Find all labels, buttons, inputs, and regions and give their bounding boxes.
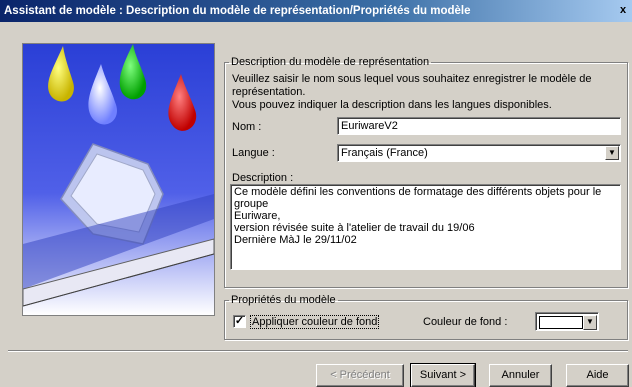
couleur-picker[interactable]: ▼ [535,312,599,331]
previous-button[interactable]: < Précédent [316,364,404,387]
apply-background-label[interactable]: Appliquer couleur de fond [250,315,380,329]
group-proprietes-legend: Propriétés du modèle [231,294,336,306]
next-button-label: Suivant > [419,369,467,381]
intro-line: Veuillez saisir le nom sous lequel vous … [232,73,592,85]
title-bar: Assistant de modèle : Description du mod… [0,0,632,22]
description-textarea[interactable]: Ce modèle défini les conventions de form… [230,184,621,270]
chevron-down-icon[interactable]: ▼ [605,146,619,160]
description-line: version révisée suite à l'atelier de tra… [234,222,475,234]
close-icon[interactable]: x [616,3,630,17]
apply-background-checkbox[interactable]: ✓ [233,315,246,328]
wizard-illustration [22,43,215,316]
chevron-down-icon[interactable]: ▼ [583,315,597,330]
color-swatch [539,316,583,329]
window-title: Assistant de modèle : Description du mod… [4,5,471,17]
couleur-label: Couleur de fond : [423,316,508,328]
intro-line: Vous pouvez indiquer la description dans… [232,99,552,111]
description-line: Euriware, [234,210,281,222]
help-button-label: Aide [586,369,609,381]
langue-label: Langue : [232,147,275,159]
description-line: Dernière MàJ le 29/11/02 [234,234,357,246]
cancel-button[interactable]: Annuler [489,364,552,387]
nom-label: Nom : [232,121,262,133]
wizard-window: Assistant de modèle : Description du mod… [0,0,632,387]
separator [8,350,628,352]
group-description-legend: Description du modèle de représentation [231,56,430,68]
langue-select[interactable]: Français (France) ▼ [337,144,621,162]
description-line: Ce modèle défini les conventions de form… [234,186,602,210]
apply-background-text: Appliquer couleur de fond [250,315,380,329]
intro-line: représentation. [232,86,306,98]
nom-input[interactable]: EuriwareV2 [337,117,621,135]
previous-button-label: < Précédent [330,369,390,381]
cancel-button-label: Annuler [501,369,540,381]
intro-text: Veuillez saisir le nom sous lequel vous … [232,73,622,112]
langue-value: Français (France) [341,147,428,159]
help-button[interactable]: Aide [566,364,629,387]
next-button[interactable]: Suivant > [410,363,476,387]
